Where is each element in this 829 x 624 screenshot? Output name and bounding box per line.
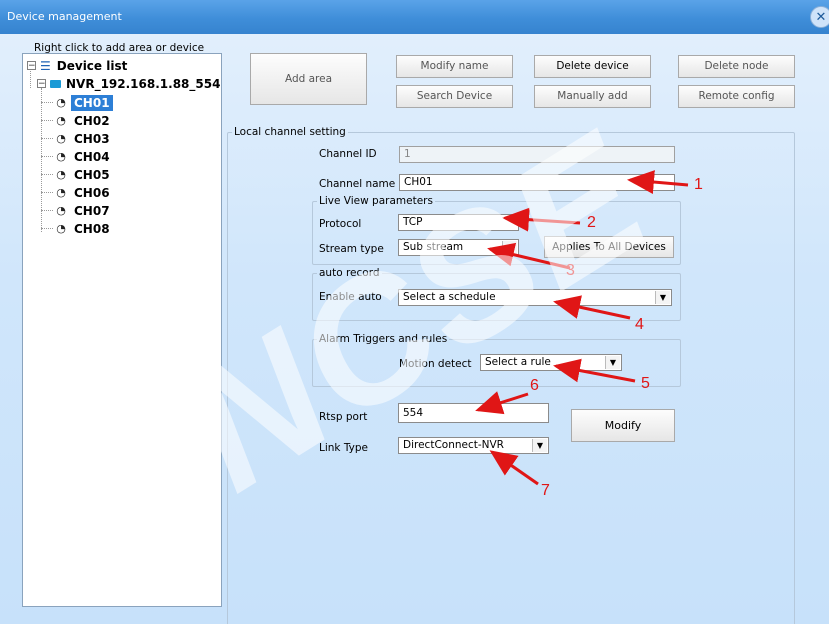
annotation-arrow-2	[502, 207, 581, 232]
annotation-arrow-1	[627, 170, 689, 195]
annotation-arrows	[475, 170, 689, 486]
annotation-arrow-5	[553, 358, 636, 383]
annotation-label-1: 1	[694, 176, 703, 193]
annotation-arrow-7	[489, 450, 539, 486]
annotation-arrow-6	[475, 391, 529, 415]
annotation-label-5: 5	[641, 375, 650, 392]
annotation-arrow-3	[487, 242, 571, 270]
device-management-window: Device management ✕ Right click to add a…	[0, 0, 829, 624]
annotation-label-4: 4	[635, 316, 644, 333]
annotation-label-2: 2	[587, 214, 596, 231]
annotation-label-3: 3	[566, 262, 575, 279]
annotation-label-7: 7	[541, 482, 550, 499]
annotation-label-6: 6	[530, 377, 539, 394]
annotation-arrow-4	[553, 295, 631, 320]
